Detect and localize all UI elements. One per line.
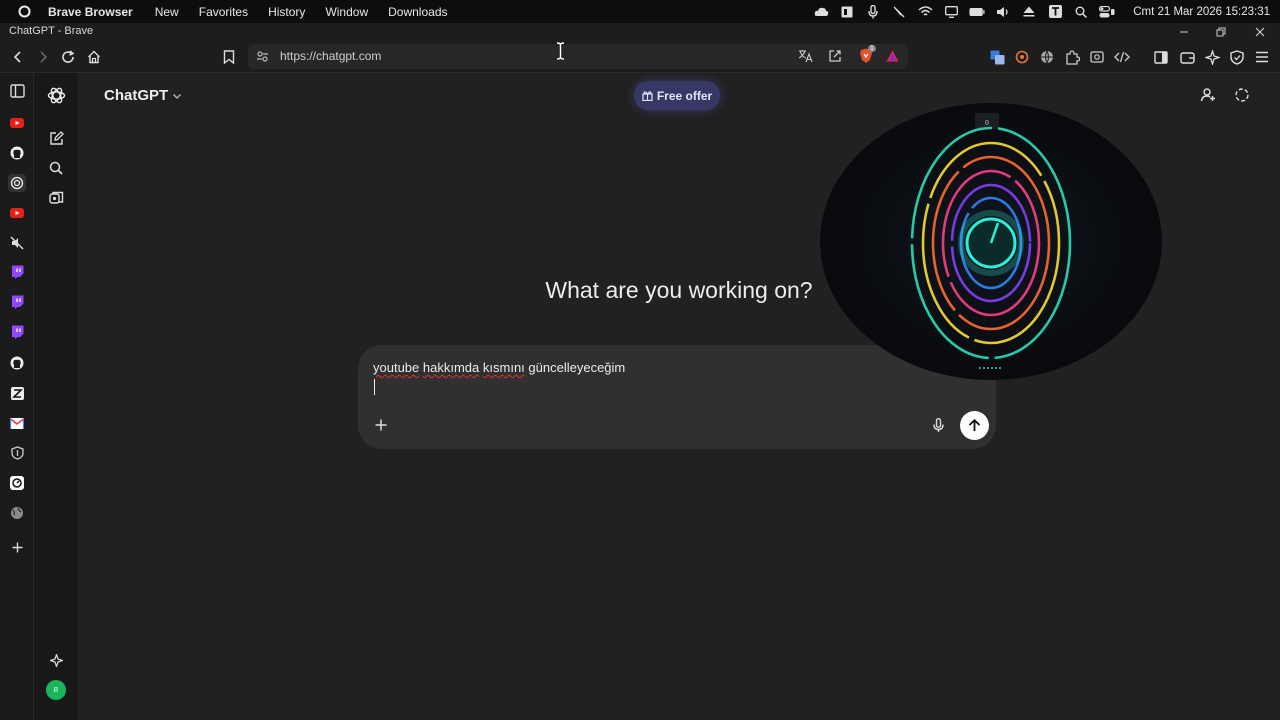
- floating-video-overlay[interactable]: 0: [820, 103, 1162, 380]
- prompt-word: hakkımda: [422, 360, 480, 375]
- twitch-icon-2[interactable]: [8, 293, 26, 311]
- openai-logo-icon[interactable]: [45, 84, 67, 106]
- restore-icon[interactable]: [1211, 23, 1231, 40]
- forward-icon[interactable]: [33, 47, 53, 67]
- eject-icon[interactable]: [1021, 4, 1037, 20]
- site-settings-icon[interactable]: [256, 50, 269, 63]
- add-sidebar-item-icon[interactable]: [8, 538, 26, 556]
- battery-icon[interactable]: [969, 4, 985, 20]
- prompt-input[interactable]: youtube hakkımda kısmını güncelleyeceğim: [373, 360, 625, 375]
- spiral-animation: 0: [910, 113, 1072, 369]
- shields-count-badge: 1: [868, 45, 876, 52]
- gift-icon: [642, 90, 653, 101]
- upgrade-sparkle-icon[interactable]: [45, 649, 67, 671]
- menu-new[interactable]: New: [155, 5, 179, 19]
- clock-extension-icon[interactable]: [8, 474, 26, 492]
- menu-downloads[interactable]: Downloads: [388, 5, 447, 19]
- arrow-up-icon: [968, 419, 981, 432]
- github-icon-2[interactable]: [8, 354, 26, 372]
- prompt-word: youtube: [373, 360, 420, 375]
- search-icon[interactable]: [1073, 4, 1089, 20]
- code-icon[interactable]: [1112, 47, 1132, 67]
- leo-ai-icon[interactable]: [1202, 47, 1222, 67]
- display-icon[interactable]: [943, 4, 959, 20]
- extension-orange-icon[interactable]: [1012, 47, 1032, 67]
- chatgpt-sidebar-icon[interactable]: [8, 174, 26, 192]
- brave-rewards-icon[interactable]: [886, 50, 899, 62]
- sidebar-panel-icon[interactable]: [8, 82, 26, 100]
- sidebar-toggle-icon[interactable]: [1151, 47, 1171, 67]
- window-titlebar: ChatGPT - Brave: [0, 23, 1280, 40]
- menu-hamburger-icon[interactable]: [1252, 47, 1272, 67]
- vpn-shield-icon[interactable]: [1227, 47, 1247, 67]
- share-icon[interactable]: [828, 49, 842, 63]
- back-icon[interactable]: [8, 47, 28, 67]
- prompt-word: güncelleyeceğim: [528, 360, 626, 375]
- plus-attach-icon[interactable]: [375, 419, 387, 431]
- clock[interactable]: Cmt 21 Mar 2026 15:23:31: [1133, 6, 1270, 18]
- send-button[interactable]: [960, 411, 989, 440]
- shield-extension-icon[interactable]: [8, 444, 26, 462]
- prompt-composer[interactable]: youtube hakkımda kısmını güncelleyeceğim: [358, 345, 996, 449]
- avatar[interactable]: B: [46, 680, 66, 700]
- menu-favorites[interactable]: Favorites: [199, 5, 248, 19]
- wifi-icon[interactable]: [917, 4, 933, 20]
- twitch-icon-3[interactable]: [8, 323, 26, 341]
- search-chats-icon[interactable]: [45, 157, 67, 179]
- menu-window[interactable]: Window: [325, 5, 368, 19]
- library-icon[interactable]: [45, 187, 67, 209]
- text-caret: [374, 379, 375, 395]
- world-icon[interactable]: [8, 504, 26, 522]
- youtube-icon[interactable]: [8, 114, 26, 132]
- app-name[interactable]: Brave Browser: [48, 5, 133, 19]
- muted-extension-icon[interactable]: [8, 234, 26, 252]
- translate-icon[interactable]: [798, 49, 813, 63]
- system-tray: Cmt 21 Mar 2026 15:23:31: [813, 0, 1270, 23]
- translate-extension-icon[interactable]: [987, 47, 1007, 67]
- microphone-icon[interactable]: [865, 4, 881, 20]
- text-input-icon[interactable]: [1047, 4, 1063, 20]
- free-offer-button[interactable]: Free offer: [634, 81, 720, 110]
- chevron-down-icon: [172, 91, 182, 101]
- home-icon[interactable]: [84, 47, 104, 67]
- menu-history[interactable]: History: [268, 5, 305, 19]
- youtube-icon-2[interactable]: [8, 204, 26, 222]
- calendar-icon[interactable]: [839, 4, 855, 20]
- model-selector[interactable]: ChatGPT: [104, 87, 182, 104]
- pen-slash-icon[interactable]: [891, 4, 907, 20]
- extensions-puzzle-icon[interactable]: [1062, 47, 1082, 67]
- gmail-icon[interactable]: [8, 414, 26, 432]
- bookmark-icon[interactable]: [219, 47, 239, 67]
- browser-sidebar: [0, 73, 34, 720]
- prompt-word: kısmını: [482, 360, 525, 375]
- globe-icon[interactable]: [1037, 47, 1057, 67]
- model-label: ChatGPT: [104, 87, 169, 104]
- reload-icon[interactable]: [58, 47, 78, 67]
- dictate-microphone-icon[interactable]: [933, 418, 944, 433]
- close-icon[interactable]: [1250, 23, 1270, 40]
- zlibrary-icon[interactable]: [8, 384, 26, 402]
- chatgpt-sidebar: B: [34, 73, 78, 720]
- window-title: ChatGPT - Brave: [9, 25, 94, 37]
- mouse-ibeam-cursor: [556, 42, 565, 60]
- browser-toolbar: https://chatgpt.com 1: [0, 40, 1280, 73]
- volume-icon[interactable]: [995, 4, 1011, 20]
- temporary-chat-icon[interactable]: [1234, 87, 1250, 103]
- wallet-icon[interactable]: [1177, 47, 1197, 67]
- minimize-icon[interactable]: [1174, 23, 1194, 40]
- os-logo-icon[interactable]: [0, 5, 48, 18]
- twitch-icon[interactable]: [8, 263, 26, 281]
- control-center-icon[interactable]: [1099, 4, 1115, 20]
- free-offer-label: Free offer: [656, 88, 713, 103]
- address-bar[interactable]: https://chatgpt.com 1: [248, 44, 908, 69]
- share-user-icon[interactable]: [1200, 87, 1216, 103]
- cloud-icon[interactable]: [813, 4, 829, 20]
- github-icon[interactable]: [8, 144, 26, 162]
- url-text[interactable]: https://chatgpt.com: [280, 49, 381, 63]
- new-chat-icon[interactable]: [45, 127, 67, 149]
- screenshot-icon[interactable]: [1087, 47, 1107, 67]
- os-menubar: Brave Browser New Favorites History Wind…: [0, 0, 1280, 23]
